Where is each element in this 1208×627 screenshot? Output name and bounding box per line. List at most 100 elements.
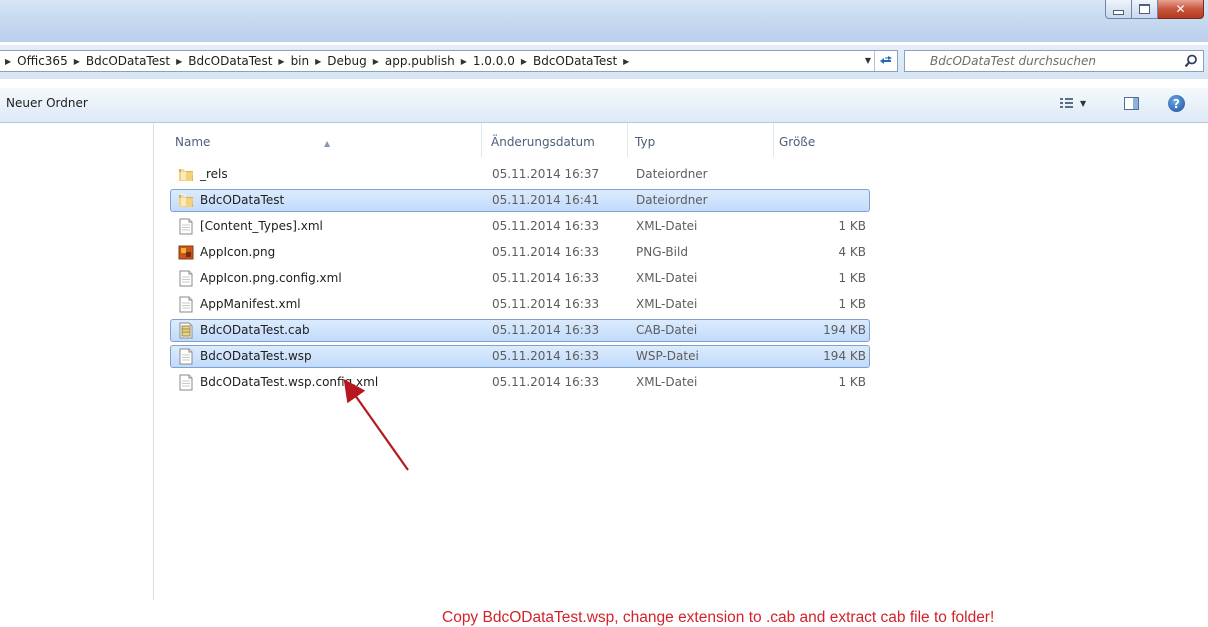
file-type: CAB-Datei (636, 323, 698, 337)
close-icon: ✕ (1175, 2, 1186, 16)
title-bar: ✕ (0, 0, 1208, 42)
chevron-down-icon[interactable]: ▼ (865, 56, 871, 65)
search-input[interactable]: BdcODataTest durchsuchen (904, 50, 1204, 72)
breadcrumb-separator-icon[interactable]: ▶ (176, 57, 182, 66)
folder-icon (178, 192, 194, 209)
file-type: PNG-Bild (636, 245, 688, 259)
file-type: XML-Datei (636, 375, 698, 389)
breadcrumb-separator-icon[interactable]: ▶ (315, 57, 321, 66)
file-date: 05.11.2014 16:33 (492, 297, 600, 311)
file-size: 194 KB (823, 323, 866, 337)
file-row[interactable]: BdcODataTest 05.11.2014 16:41 Dateiordner (170, 189, 870, 212)
breadcrumb-item[interactable]: BdcODataTest (188, 54, 272, 68)
breadcrumb-separator-icon[interactable]: ▶ (461, 57, 467, 66)
file-name: AppIcon.png (200, 245, 276, 259)
breadcrumb-separator-icon[interactable]: ▶ (373, 57, 379, 66)
breadcrumb-separator-icon[interactable]: ▶ (278, 57, 284, 66)
file-row[interactable]: AppManifest.xml 05.11.2014 16:33 XML-Datei… (170, 293, 870, 316)
file-name: AppIcon.png.config.xml (200, 271, 342, 285)
column-header-size[interactable]: Größe (774, 123, 870, 157)
image-file-icon (178, 244, 194, 261)
document-icon (178, 374, 194, 391)
breadcrumb-item[interactable]: BdcODataTest (86, 54, 170, 68)
minimize-icon (1113, 9, 1124, 15)
file-row[interactable]: [Content_Types].xml 05.11.2014 16:33 XML-D… (170, 215, 870, 238)
file-name: [Content_Types].xml (200, 219, 323, 233)
column-header-size-label: Größe (779, 135, 816, 149)
file-list: Name ▲ Änderungsdatum Typ Größe _rels 05.… (154, 123, 1208, 626)
file-size: 1 KB (838, 297, 866, 311)
file-date: 05.11.2014 16:33 (492, 271, 600, 285)
breadcrumb-item[interactable]: 1.0.0.0 (473, 54, 515, 68)
file-name: _rels (200, 167, 228, 181)
cab-archive-icon (178, 322, 194, 339)
annotation-text: Copy BdcODataTest.wsp, change extension … (442, 609, 995, 626)
file-type: Dateiordner (636, 193, 708, 207)
file-size: 1 KB (838, 375, 866, 389)
file-type: XML-Datei (636, 219, 698, 233)
address-row: ▶ Offic365 ▶ BdcODataTest ▶ BdcODataTest… (0, 45, 1208, 79)
change-view-button[interactable]: ▼ (1060, 98, 1086, 109)
column-header-date-label: Änderungsdatum (491, 135, 595, 149)
file-date: 05.11.2014 16:41 (492, 193, 600, 207)
help-icon[interactable]: ? (1168, 95, 1185, 112)
breadcrumb-item[interactable]: Debug (327, 54, 366, 68)
file-name: BdcODataTest.cab (200, 323, 310, 337)
breadcrumb-separator-icon[interactable]: ▶ (5, 57, 11, 66)
file-row[interactable]: BdcODataTest.cab 05.11.2014 16:33 CAB-Date… (170, 319, 870, 342)
breadcrumb-item[interactable]: bin (291, 54, 310, 68)
file-row[interactable]: AppIcon.png 05.11.2014 16:33 PNG-Bild 4 KB (170, 241, 870, 264)
close-button[interactable]: ✕ (1158, 0, 1204, 19)
navigation-pane[interactable] (0, 123, 154, 600)
new-folder-button[interactable]: Neuer Ordner (6, 96, 88, 110)
file-name: BdcODataTest.wsp.config.xml (200, 375, 379, 389)
breadcrumb-separator-icon[interactable]: ▶ (623, 57, 629, 66)
minimize-button[interactable] (1105, 0, 1132, 19)
window-controls: ✕ (1105, 0, 1204, 19)
breadcrumb-separator-icon[interactable]: ▶ (521, 57, 527, 66)
file-name: AppManifest.xml (200, 297, 301, 311)
command-bar: Neuer Ordner ▼ ? (0, 88, 1208, 123)
file-date: 05.11.2014 16:33 (492, 245, 600, 259)
file-date: 05.11.2014 16:37 (492, 167, 600, 181)
view-list-icon (1060, 98, 1074, 109)
file-type: Dateiordner (636, 167, 708, 181)
column-header-name[interactable]: Name ▲ (170, 123, 482, 157)
column-header-name-label: Name (175, 135, 211, 149)
file-row[interactable]: BdcODataTest.wsp.config.xml 05.11.2014 16… (170, 371, 870, 394)
address-bar[interactable]: ▶ Offic365 ▶ BdcODataTest ▶ BdcODataTest… (0, 50, 898, 72)
file-type: XML-Datei (636, 297, 698, 311)
breadcrumb-item[interactable]: BdcODataTest (533, 54, 617, 68)
file-date: 05.11.2014 16:33 (492, 219, 600, 233)
file-row[interactable]: AppIcon.png.config.xml 05.11.2014 16:33 XM… (170, 267, 870, 290)
file-name: BdcODataTest.wsp (200, 349, 312, 363)
file-type: XML-Datei (636, 271, 698, 285)
document-icon (178, 348, 194, 365)
breadcrumb-item[interactable]: app.publish (385, 54, 455, 68)
breadcrumb: ▶ Offic365 ▶ BdcODataTest ▶ BdcODataTest… (5, 54, 635, 68)
file-row[interactable]: _rels 05.11.2014 16:37 Dateiordner (170, 163, 870, 186)
refresh-button[interactable] (874, 51, 897, 71)
column-header-date[interactable]: Änderungsdatum (486, 123, 628, 157)
breadcrumb-item[interactable]: Offic365 (17, 54, 68, 68)
file-date: 05.11.2014 16:33 (492, 349, 600, 363)
maximize-icon (1139, 4, 1150, 14)
sort-ascending-icon: ▲ (324, 139, 331, 148)
breadcrumb-separator-icon[interactable]: ▶ (74, 57, 80, 66)
chevron-down-icon[interactable]: ▼ (1080, 99, 1086, 108)
preview-pane-button[interactable] (1124, 97, 1139, 110)
file-name: BdcODataTest (200, 193, 285, 207)
column-headers: Name ▲ Änderungsdatum Typ Größe (170, 123, 870, 157)
document-icon (178, 218, 194, 235)
file-size: 1 KB (838, 219, 866, 233)
file-row[interactable]: BdcODataTest.wsp 05.11.2014 16:33 WSP-Date… (170, 345, 870, 368)
search-placeholder: BdcODataTest durchsuchen (930, 54, 1096, 68)
folder-icon (178, 166, 194, 183)
search-icon[interactable] (1184, 54, 1198, 68)
file-type: WSP-Datei (636, 349, 699, 363)
file-size: 194 KB (823, 349, 866, 363)
maximize-button[interactable] (1132, 0, 1158, 19)
file-date: 05.11.2014 16:33 (492, 323, 600, 337)
column-header-type-label: Typ (635, 135, 656, 149)
column-header-type[interactable]: Typ (630, 123, 774, 157)
